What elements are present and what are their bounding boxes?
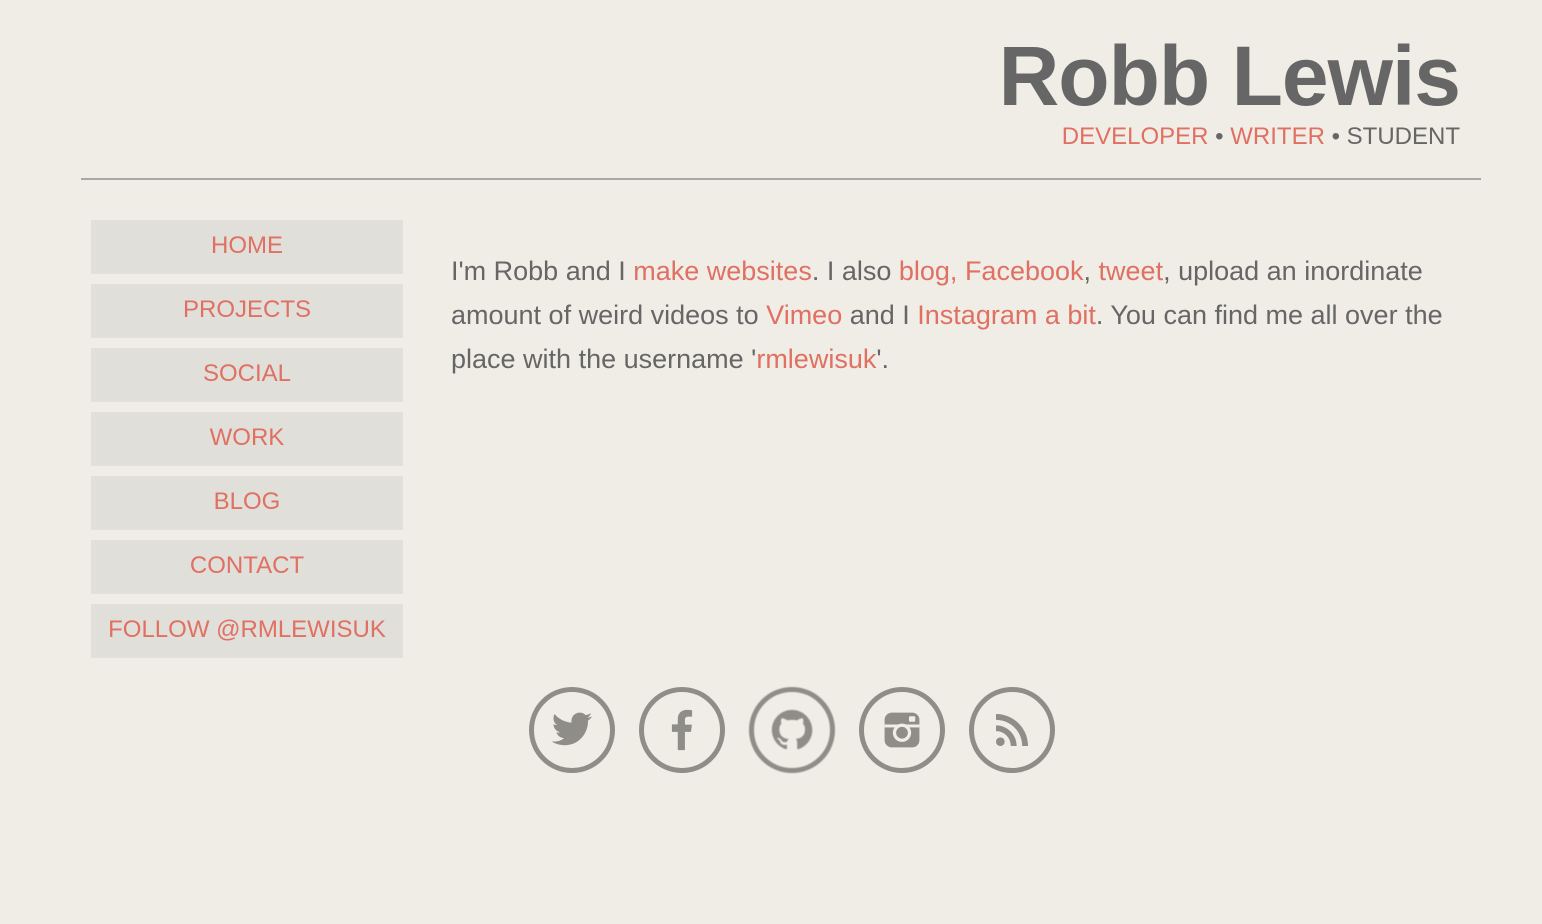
rss-icon [996,714,1028,746]
nav-item-follow[interactable]: FOLLOW @RMLEWISUK [91,604,403,658]
intro-paragraph: I'm Robb and I make websites. I also blo… [451,249,1461,381]
rss-link[interactable] [969,687,1055,773]
instagram-link[interactable]: Instagram a bit [917,300,1096,330]
username-link[interactable]: rmlewisuk [756,344,876,374]
facebook-link[interactable]: Facebook [965,256,1084,286]
nav-item-work[interactable]: WORK [91,412,403,466]
site-header: Robb Lewis DEVELOPER • WRITER • STUDENT [998,28,1461,152]
nav-item-social[interactable]: SOCIAL [91,348,403,402]
facebook-icon [671,709,693,751]
intro-text: , [1083,256,1099,286]
tweet-link[interactable]: tweet [1099,256,1164,286]
intro-text: and I [842,300,918,330]
intro-text: . I also [811,256,899,286]
tagline-developer: DEVELOPER [1061,123,1209,150]
twitter-icon [551,712,593,746]
intro-text: '. [876,344,889,374]
tagline-student: STUDENT [1346,123,1460,150]
tagline: DEVELOPER • WRITER • STUDENT [999,122,1460,152]
intro-text: I'm Robb and I [451,256,634,286]
nav-item-contact[interactable]: CONTACT [91,540,403,594]
tagline-separator: • [1208,123,1231,150]
tagline-separator: • [1324,123,1347,150]
main-nav: HOME PROJECTS SOCIAL WORK BLOG CONTACT F… [91,220,403,668]
site-title: Robb Lewis [998,29,1461,123]
nav-item-projects[interactable]: PROJECTS [91,284,403,338]
social-links [529,687,1055,773]
nav-item-blog[interactable]: BLOG [91,476,403,530]
github-icon [771,709,813,750]
make-websites-link[interactable]: make websites [633,256,812,286]
instagram-icon [884,712,920,748]
github-link[interactable] [749,687,835,773]
facebook-link-icon-button[interactable] [639,687,725,773]
instagram-link-icon-button[interactable] [859,687,945,773]
tagline-writer: WRITER [1230,123,1325,150]
blog-link[interactable]: blog, [899,256,965,286]
twitter-link[interactable] [529,687,615,773]
header-divider [81,178,1481,180]
nav-item-home[interactable]: HOME [91,220,403,274]
vimeo-link[interactable]: Vimeo [766,300,842,330]
